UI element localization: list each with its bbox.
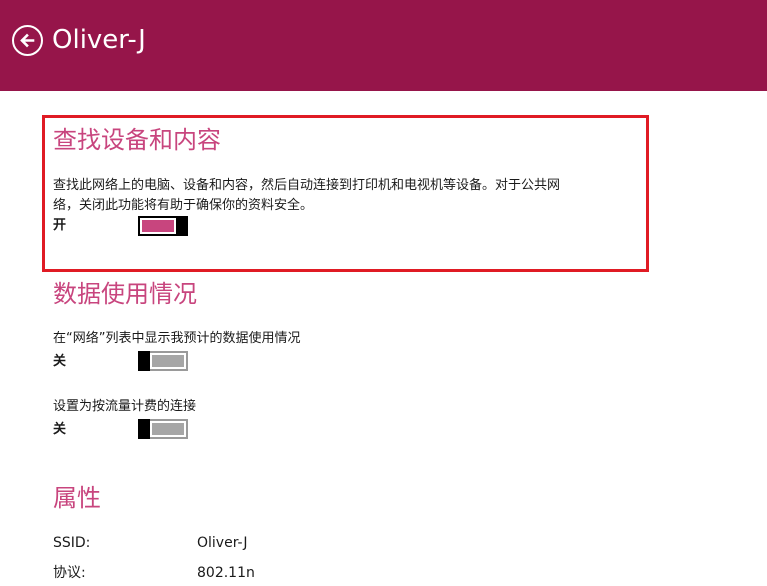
protocol-label: 协议: <box>53 565 86 581</box>
toggle-thumb[interactable] <box>138 419 150 439</box>
metered-connection-toggle[interactable] <box>138 419 188 439</box>
find-devices-toggle-state: 开 <box>53 218 67 233</box>
ssid-label: SSID: <box>53 535 91 551</box>
ssid-value: Oliver-J <box>197 535 248 551</box>
toggle-fill <box>152 355 184 367</box>
toggle-thumb[interactable] <box>176 216 188 236</box>
toggle-thumb[interactable] <box>138 351 150 371</box>
toggle-fill <box>142 220 174 232</box>
back-button[interactable] <box>12 25 43 56</box>
data-usage-estimate-state: 关 <box>53 354 67 369</box>
metered-connection-state: 关 <box>53 422 67 437</box>
page-title: Oliver-J <box>52 25 146 55</box>
toggle-fill <box>152 423 184 435</box>
metered-connection-label: 设置为按流量计费的连接 <box>53 399 197 414</box>
find-devices-description-line1: 查找此网络上的电脑、设备和内容，然后自动连接到打印机和电视机等设备。对于公共网 <box>53 178 561 193</box>
back-arrow-circle-icon <box>20 33 35 48</box>
data-usage-heading: 数据使用情况 <box>53 280 197 308</box>
properties-heading: 属性 <box>53 484 101 512</box>
data-usage-estimate-label: 在“网络”列表中显示我预计的数据使用情况 <box>53 331 301 346</box>
protocol-value: 802.11n <box>197 565 255 581</box>
data-usage-estimate-toggle[interactable] <box>138 351 188 371</box>
app-header: Oliver-J <box>0 0 767 91</box>
find-devices-description-line2: 络，关闭此功能将有助于确保你的资料安全。 <box>53 198 314 213</box>
find-devices-toggle[interactable] <box>138 216 188 236</box>
find-devices-heading: 查找设备和内容 <box>53 126 221 154</box>
